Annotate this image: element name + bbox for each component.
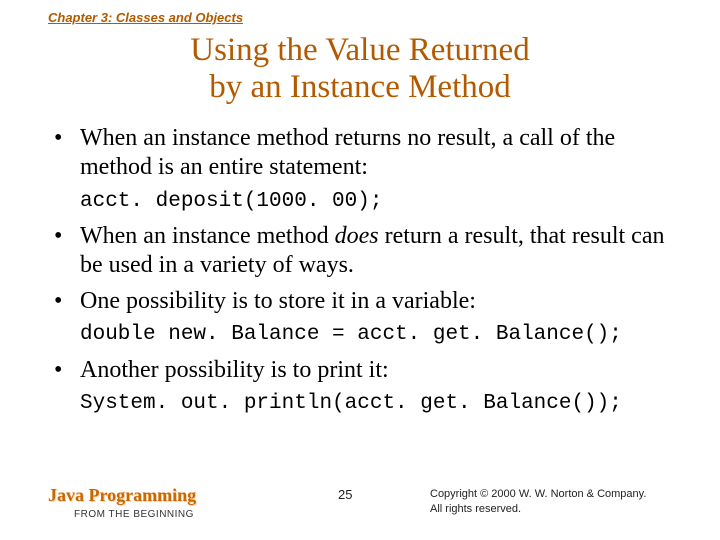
page-number: 25 <box>338 487 352 502</box>
slide-body: When an instance method returns no resul… <box>48 124 678 424</box>
book-subtitle: FROM THE BEGINNING <box>74 509 194 520</box>
copyright: Copyright © 2000 W. W. Norton & Company.… <box>430 487 700 516</box>
title-line-2: by an Instance Method <box>209 69 511 105</box>
chapter-heading: Chapter 3: Classes and Objects <box>48 10 243 25</box>
copyright-line-2: All rights reserved. <box>430 503 521 515</box>
bullet-4: Another possibility is to print it: <box>48 356 678 385</box>
slide-title: Using the Value Returned by an Instance … <box>0 32 720 106</box>
book-title: Java Programming <box>48 485 196 506</box>
copyright-line-1: Copyright © 2000 W. W. Norton & Company. <box>430 488 646 500</box>
slide-footer: Java Programming FROM THE BEGINNING 25 C… <box>0 480 720 526</box>
code-block-2: double new. Balance = acct. get. Balance… <box>80 322 678 348</box>
bullet-3: One possibility is to store it in a vari… <box>48 287 678 316</box>
title-line-1: Using the Value Returned <box>190 32 529 68</box>
bullet-1: When an instance method returns no resul… <box>48 124 678 183</box>
bullet-2-emphasis: does <box>335 223 379 249</box>
bullet-2: When an instance method does return a re… <box>48 222 678 281</box>
code-block-3: System. out. println(acct. get. Balance(… <box>80 391 678 417</box>
code-block-1: acct. deposit(1000. 00); <box>80 189 678 215</box>
bullet-2-part-a: When an instance method <box>80 223 335 249</box>
